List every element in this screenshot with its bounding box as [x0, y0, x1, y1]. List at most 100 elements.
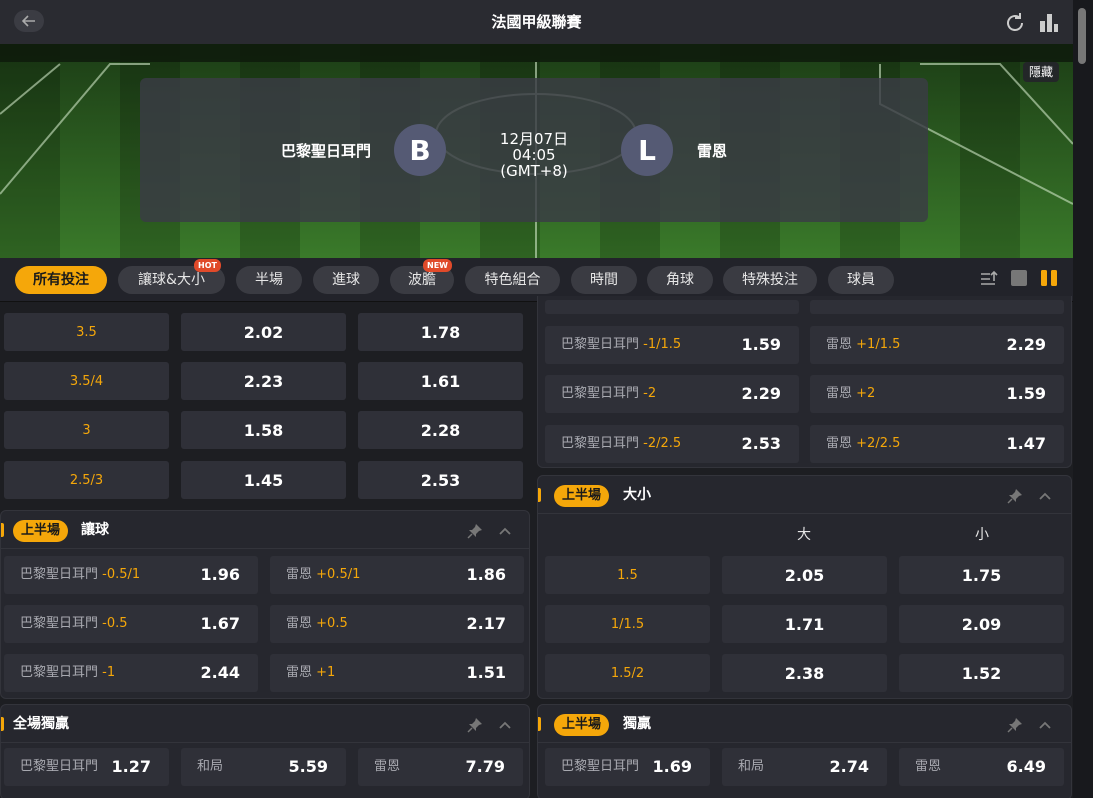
1x2-draw-odd[interactable]: 和局 5.59 [181, 748, 346, 786]
hide-button[interactable]: 隱藏 [1022, 62, 1059, 82]
odd-value: 1.67 [200, 614, 240, 633]
hdp-away-odd[interactable]: 雷恩 +1 1.51 [270, 654, 524, 692]
selection-label: 雷恩 +0.5 [286, 605, 348, 643]
ou-under-odd[interactable]: 1.61 [358, 362, 523, 400]
panel-title: 讓球 [81, 522, 109, 538]
ou-over-odd[interactable]: 1.58 [181, 411, 346, 449]
odd-value: 2.23 [243, 371, 284, 391]
ou-over-odd[interactable]: 1.45 [181, 461, 346, 499]
handicap-line: -1/1.5 [643, 337, 682, 352]
ou-line-cell: 3.5 [4, 313, 169, 351]
filter-time[interactable]: 時間 [571, 266, 637, 294]
bar-chart-icon[interactable] [1037, 11, 1061, 35]
hdp-away-odd[interactable]: 雷恩 +0.5/1 1.86 [270, 556, 524, 594]
ou-under-odd[interactable]: 2.28 [358, 411, 523, 449]
team-name: 巴黎聖日耳門 [20, 616, 99, 631]
ou-over-odd[interactable]: 2.05 [722, 556, 887, 594]
handicap-line: +2/2.5 [856, 436, 901, 451]
match-info-card: 巴黎聖日耳門 B 12月07日 04:05 (GMT+8) L 雷恩 [140, 78, 928, 222]
accent-bar [538, 717, 541, 731]
home-team-badge: B [394, 124, 446, 176]
panel-title: 獨贏 [623, 716, 651, 732]
1x2-away-odd[interactable]: 雷恩 6.49 [899, 748, 1064, 786]
odd-value: 2.74 [829, 757, 869, 776]
hdp-home-odd[interactable]: 巴黎聖日耳門 -0.5 1.67 [4, 605, 258, 643]
ou-line: 1.5/2 [610, 665, 645, 681]
first-half-badge: 上半場 [13, 520, 69, 542]
scrollbar-thumb[interactable] [1078, 8, 1086, 64]
single-column-icon[interactable] [1010, 269, 1028, 287]
odd-value: 2.29 [741, 384, 781, 403]
filter-corners[interactable]: 角球 [647, 266, 713, 294]
refresh-icon[interactable] [1003, 11, 1027, 35]
selection-label: 巴黎聖日耳門 [20, 759, 99, 774]
first-half-badge: 上半場 [554, 485, 610, 507]
panel-header[interactable]: 上半場 大小 [538, 476, 1071, 514]
odd-value: 2.29 [1006, 335, 1046, 354]
1x2-home-odd[interactable]: 巴黎聖日耳門 1.69 [545, 748, 710, 786]
app-root: 法國甲級聯賽 巴黎聖日耳門 B 12月07日 04:05 (GMT+8) L 雷… [0, 0, 1093, 798]
selection-label: 雷恩 [915, 759, 942, 774]
ou-under-odd[interactable]: 1.75 [899, 556, 1064, 594]
ou-under-odd[interactable]: 2.53 [358, 461, 523, 499]
chevron-up-icon[interactable] [1037, 717, 1053, 733]
hdp-home-odd[interactable]: 巴黎聖日耳門 -1/1.5 1.59 [545, 326, 799, 364]
hdp-home-odd[interactable]: 巴黎聖日耳門 -2/2.5 2.53 [545, 425, 799, 463]
handicap-line: +1 [316, 665, 336, 680]
filter-special-bets[interactable]: 特殊投注 [723, 266, 817, 294]
panel-header[interactable]: 全場獨贏 [1, 705, 529, 743]
hdp-away-odd[interactable]: 雷恩 +2/2.5 1.47 [810, 425, 1064, 463]
ou-under-odd[interactable]: 2.09 [899, 605, 1064, 643]
odd-value: 1.71 [784, 614, 825, 634]
filter-goals[interactable]: 進球 [313, 266, 379, 294]
filter-all-bets[interactable]: 所有投注 [15, 266, 107, 294]
filter-handicap-ou[interactable]: 讓球&大小 HOT [118, 259, 225, 294]
odd-value: 1.96 [200, 565, 240, 584]
ou-over-odd[interactable]: 1.71 [722, 605, 887, 643]
odd-value: 1.78 [420, 322, 461, 342]
hdp-away-odd[interactable]: 雷恩 +1/1.5 2.29 [810, 326, 1064, 364]
chevron-up-icon[interactable] [497, 717, 513, 733]
team-name: 雷恩 [826, 436, 853, 451]
over-column-header: 大 [797, 527, 811, 543]
panel-header[interactable]: 上半場 獨贏 [538, 705, 1071, 743]
panel-title: 全場獨贏 [13, 716, 69, 732]
scrollbar[interactable] [1073, 0, 1093, 798]
filter-specials-combo[interactable]: 特色組合 [465, 266, 560, 294]
pin-icon[interactable] [1007, 717, 1023, 733]
team-name: 巴黎聖日耳門 [561, 436, 640, 451]
selection-label: 雷恩 +1/1.5 [826, 326, 900, 364]
handicap-line: -2/2.5 [643, 436, 682, 451]
hdp-away-odd[interactable]: 雷恩 +2 1.59 [810, 375, 1064, 413]
top-bar: 法國甲級聯賽 [0, 0, 1073, 44]
1x2-home-odd[interactable]: 巴黎聖日耳門 1.27 [4, 748, 169, 786]
1x2-away-odd[interactable]: 雷恩 7.79 [358, 748, 523, 786]
two-column-icon[interactable] [1040, 269, 1058, 287]
pin-icon[interactable] [1007, 488, 1023, 504]
hdp-away-odd[interactable]: 雷恩 +0.5 2.17 [270, 605, 524, 643]
filter-players[interactable]: 球員 [828, 266, 894, 294]
odd-value: 1.59 [741, 335, 781, 354]
team-name: 巴黎聖日耳門 [561, 337, 640, 352]
chevron-up-icon[interactable] [1037, 488, 1053, 504]
ou-under-odd[interactable]: 1.52 [899, 654, 1064, 692]
odd-value: 1.69 [652, 757, 692, 776]
ou-over-odd[interactable]: 2.38 [722, 654, 887, 692]
chevron-up-icon[interactable] [497, 523, 513, 539]
sort-icon[interactable] [979, 269, 999, 289]
filter-correct-score[interactable]: 波膽 NEW [390, 259, 454, 294]
accent-bar [1, 717, 4, 731]
hdp-home-odd[interactable]: 巴黎聖日耳門 -0.5/1 1.96 [4, 556, 258, 594]
1x2-draw-odd[interactable]: 和局 2.74 [722, 748, 887, 786]
hdp-home-odd[interactable]: 巴黎聖日耳門 -1 2.44 [4, 654, 258, 692]
team-name: 雷恩 [826, 337, 853, 352]
pin-icon[interactable] [467, 717, 483, 733]
ou-over-odd[interactable]: 2.23 [181, 362, 346, 400]
filter-half[interactable]: 半場 [236, 266, 302, 294]
ou-over-odd[interactable]: 2.02 [181, 313, 346, 351]
hdp-home-odd[interactable]: 巴黎聖日耳門 -2 2.29 [545, 375, 799, 413]
handicap-line: -2 [643, 386, 657, 401]
panel-header[interactable]: 上半場 讓球 [1, 511, 529, 549]
ou-under-odd[interactable]: 1.78 [358, 313, 523, 351]
pin-icon[interactable] [467, 523, 483, 539]
